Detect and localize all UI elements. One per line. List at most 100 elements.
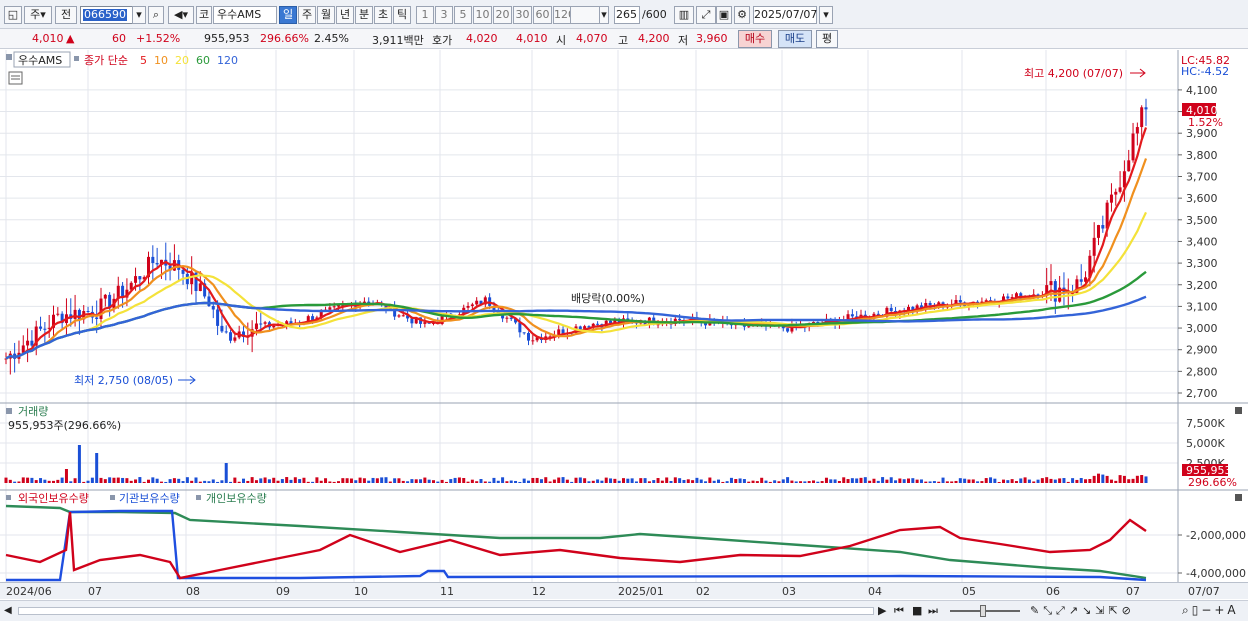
rewind-icon[interactable]: ⏮ (894, 604, 904, 618)
volume-bar (69, 481, 73, 483)
legend-ma-10: 10 (154, 54, 168, 67)
interval-input[interactable] (570, 6, 600, 24)
window-menu-icon[interactable]: ◱ (4, 6, 22, 24)
period-tab-1[interactable]: 주 (298, 6, 316, 24)
volume-pct-tag: 296.66% (1188, 476, 1237, 489)
search-icon[interactable]: ⌕ (148, 6, 164, 24)
volume-bar (444, 481, 448, 483)
stock-chart[interactable]: 4,1004,0003,9003,8003,7003,6003,5003,400… (0, 50, 1248, 601)
buy-button[interactable]: 매수 (738, 30, 772, 48)
candle-body (26, 340, 30, 346)
eval-button[interactable]: 평 (816, 30, 838, 48)
period-tab-3[interactable]: 년 (336, 6, 354, 24)
market-select[interactable]: 코 (196, 6, 212, 24)
volume-bar (86, 480, 90, 483)
current-price: 4,010 (32, 32, 64, 45)
volume-bar (194, 477, 198, 483)
volume-bar (276, 480, 280, 483)
volume-bar (617, 480, 621, 483)
volume-bar (924, 481, 928, 483)
volume-bar (47, 480, 51, 483)
candle-body (1135, 127, 1139, 134)
volume-bar (233, 477, 237, 483)
interval-button-60[interactable]: 60 (533, 6, 552, 24)
stock-code-value: 066590 (83, 8, 127, 21)
period-tab-4[interactable]: 분 (355, 6, 373, 24)
volume-bar (799, 481, 803, 483)
interval-button-1[interactable]: 1 (416, 6, 434, 24)
period-tab-5[interactable]: 초 (374, 6, 392, 24)
candle-body (401, 315, 405, 317)
x-axis-label: 09 (276, 585, 290, 598)
moving-averages (5, 127, 1148, 360)
volume-bar (1036, 479, 1040, 483)
interval-button-30[interactable]: 30 (513, 6, 532, 24)
x-axis-label: 08 (186, 585, 200, 598)
interval-button-20[interactable]: 20 (493, 6, 512, 24)
volume-bar (95, 453, 99, 483)
volume-bar (544, 477, 548, 483)
legend-ma-60: 60 (196, 54, 210, 67)
candle-type-icon[interactable]: ▥ (674, 6, 694, 24)
scroll-right-icon[interactable]: ▶ (878, 604, 886, 617)
volume-bar (488, 481, 492, 483)
scroll-track[interactable] (18, 607, 874, 615)
volume-bar (39, 478, 43, 483)
sell-button[interactable]: 매도 (778, 30, 812, 48)
volume-bar (384, 477, 388, 483)
speaker-icon[interactable]: ◀▾ (168, 6, 194, 24)
save-icon[interactable]: ▣ (716, 6, 732, 24)
volume-bar (876, 480, 880, 483)
code-dropdown-icon[interactable]: ▾ (132, 6, 146, 24)
prev-button[interactable]: 전 (55, 6, 77, 24)
bar-count-input[interactable]: 265 (614, 6, 640, 24)
volume-bar (479, 479, 483, 483)
calendar-dropdown-icon[interactable]: ▾ (819, 6, 833, 24)
zoom-controls-icon[interactable]: ⌕▯−+A (1182, 603, 1239, 618)
candle-body (259, 323, 263, 325)
volume-bar (52, 480, 55, 483)
candle-body (1144, 107, 1148, 110)
chart-type-select[interactable]: 주▾ (24, 6, 52, 24)
volume-bar (717, 479, 720, 483)
volume-bar (470, 479, 474, 483)
volume-bar (591, 480, 595, 483)
volume-bar (367, 480, 371, 483)
scroll-left-icon[interactable]: ◀ (4, 605, 12, 616)
hc-label: HC:-4.52 (1181, 65, 1229, 78)
x-axis-label: 2024/06 (6, 585, 52, 598)
volume-bar (820, 481, 824, 483)
period-tab-6[interactable]: 틱 (393, 6, 411, 24)
volume-bar (1118, 475, 1122, 483)
interval-button-10[interactable]: 10 (473, 6, 492, 24)
interval-dropdown-icon[interactable]: ▾ (599, 6, 609, 24)
volume-bar (159, 481, 163, 483)
volume-bar (721, 481, 725, 483)
zoom-slider-handle[interactable] (980, 605, 986, 617)
volume-bar (945, 481, 949, 483)
candle-body (198, 283, 202, 291)
candle-body (207, 296, 211, 307)
volume-bar (816, 481, 820, 483)
interval-button-5[interactable]: 5 (454, 6, 472, 24)
chart-scrollbar[interactable]: ◀ ▶ ⏮ ■ ⏭ ✎⤡⤢↗↘⇲⇱⊘ ⌕▯−+A (0, 600, 1248, 621)
trade-amount: 3,911백만 (372, 34, 424, 47)
date-input[interactable]: 2025/07/07 (753, 6, 817, 24)
interval-button-3[interactable]: 3 (435, 6, 453, 24)
drawing-tools-icon[interactable]: ✎⤡⤢↗↘⇲⇱⊘ (1030, 604, 1135, 618)
legend-marker (6, 495, 11, 500)
volume-bar (786, 477, 790, 483)
fast-forward-icon[interactable]: ⏭ (928, 604, 938, 618)
volume-bar (704, 481, 708, 483)
stop-icon[interactable]: ■ (912, 604, 922, 617)
indicator-icon[interactable]: ⤢ (696, 6, 716, 24)
volume-bar (518, 481, 522, 483)
volume-bar (211, 479, 215, 483)
volume-bar (250, 477, 254, 483)
volume-bar (293, 477, 297, 483)
gear-icon[interactable]: ⚙ (734, 6, 750, 24)
period-tab-2[interactable]: 월 (317, 6, 335, 24)
period-tab-0[interactable]: 일 (279, 6, 297, 24)
candle-body (73, 309, 77, 319)
volume-bar (142, 481, 146, 483)
